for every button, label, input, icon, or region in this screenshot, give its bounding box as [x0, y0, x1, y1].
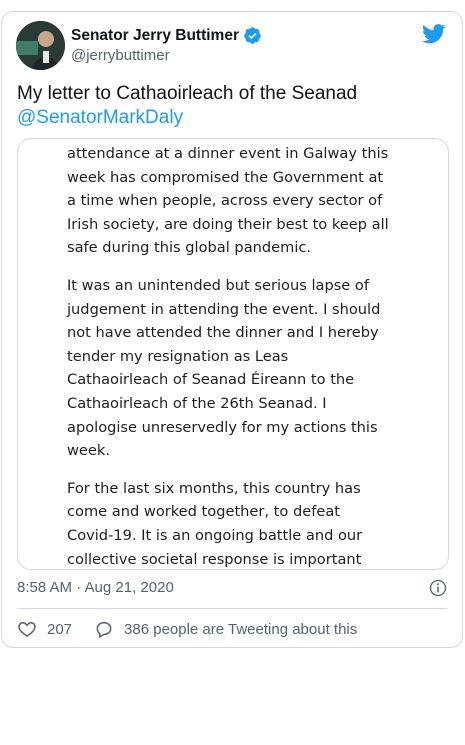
- author-handle[interactable]: @jerrybuttimer: [71, 47, 170, 64]
- divider: [17, 608, 447, 609]
- author-name[interactable]: Senator Jerry Buttimer: [71, 27, 239, 45]
- avatar-photo: [16, 21, 65, 70]
- info-icon[interactable]: [429, 579, 447, 597]
- avatar[interactable]: [16, 21, 65, 70]
- verified-badge-icon: [244, 27, 261, 44]
- letter-paragraph: attendance at a dinner event in Galway t…: [67, 145, 389, 257]
- letter-paragraph: For the last six months, this country ha…: [67, 479, 363, 568]
- tweet-card[interactable]: Senator Jerry Buttimer @jerrybuttimer My…: [1, 11, 463, 648]
- tweeting-about-text: 386 people are Tweeting about this: [124, 620, 358, 638]
- mention-link[interactable]: @SenatorMarkDaly: [17, 106, 447, 130]
- tweet-text: My letter to Cathaoirleach of the Seanad…: [17, 82, 447, 130]
- tweet-timestamp[interactable]: 8:58 AM · Aug 21, 2020: [17, 579, 174, 596]
- like-button[interactable]: 207: [17, 619, 72, 639]
- letter-paragraph: It was an unintended but serious lapse o…: [67, 276, 381, 460]
- tweet-media-image[interactable]: attendance at a dinner event in Galway t…: [17, 138, 449, 570]
- tweet-actions: 207 386 people are Tweeting about this: [17, 619, 379, 639]
- heart-icon: [18, 621, 36, 637]
- reply-button[interactable]: 386 people are Tweeting about this: [94, 619, 357, 639]
- like-count: 207: [47, 620, 73, 638]
- twitter-bird-icon[interactable]: [422, 24, 446, 44]
- tweet-body: My letter to Cathaoirleach of the Seanad: [17, 83, 358, 104]
- author-name-row[interactable]: Senator Jerry Buttimer: [71, 26, 262, 45]
- letter-text: attendance at a dinner event in Galway t…: [67, 142, 407, 569]
- speech-bubble-icon: [96, 622, 112, 639]
